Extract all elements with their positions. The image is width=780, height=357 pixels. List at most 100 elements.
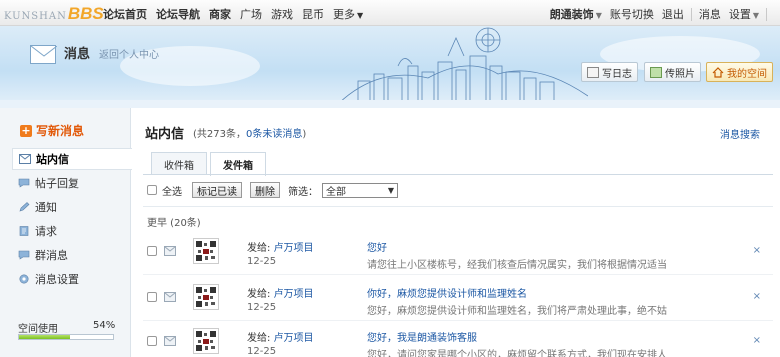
message-subject[interactable]: 你好，麻烦您提供设计师和监理姓名 <box>367 285 527 300</box>
message-date: 12-25 <box>247 346 277 357</box>
photo-icon <box>650 66 662 78</box>
plus-icon: + <box>20 123 32 137</box>
row-divider <box>143 274 773 275</box>
envelope-icon <box>164 246 176 256</box>
sidebar-item-label: 帖子回复 <box>35 177 79 190</box>
sidebar-item-replies[interactable]: 帖子回复 <box>12 172 132 194</box>
nav-square[interactable]: 广场 <box>240 6 262 22</box>
row-checkbox[interactable] <box>147 336 157 346</box>
message-row[interactable]: 发给: 卢万项目 12-25 你好，麻烦您提供设计师和监理姓名 您好，麻烦您提供… <box>131 280 780 320</box>
top-navigation-bar: KUNSHAN BBS 论坛首页 论坛导航 商家 广场 游戏 昆币 更多 ▼ 朗通… <box>0 0 780 26</box>
recipient-link[interactable]: 卢万项目 <box>274 243 314 254</box>
nav-more[interactable]: 更多 ▼ <box>333 6 363 22</box>
filter-value: 全部 <box>326 186 346 198</box>
section-title: 站内信 <box>145 127 185 142</box>
speech-bubble-icon <box>18 178 30 188</box>
message-subject[interactable]: 您好，我是朗通装饰客服 <box>367 329 477 344</box>
speech-bubble-icon <box>18 250 30 260</box>
back-to-profile-link[interactable]: 返回个人中心 <box>99 46 159 61</box>
message-count: (共273条，0条未读消息) <box>193 125 306 140</box>
space-usage-label: 空间使用 <box>18 324 58 335</box>
row-checkbox[interactable] <box>147 246 157 256</box>
sidebar-item-label: 请求 <box>35 225 57 238</box>
nav-games[interactable]: 游戏 <box>271 6 293 22</box>
upload-photo-button[interactable]: 传照片 <box>644 62 701 82</box>
page-title: 消息 <box>64 47 91 62</box>
message-row[interactable]: 发给: 卢万项目 12-25 您好，我是朗通装饰客服 您好，请问您家是哪个小区的… <box>131 324 780 357</box>
switch-account-link[interactable]: 账号切换 <box>610 6 654 22</box>
notepad-icon <box>587 66 599 78</box>
divider <box>690 7 692 21</box>
qr-code-icon <box>195 330 217 352</box>
tab-inbox[interactable]: 收件箱 <box>151 152 207 175</box>
filter-select[interactable]: 全部 ▼ <box>322 182 398 198</box>
message-count-close: ) <box>302 129 307 140</box>
page-banner: 消息 返回个人中心 写日志 传照片 我的空间 <box>0 26 780 108</box>
document-icon <box>19 226 29 236</box>
sidebar-item-label: 消息设置 <box>35 273 79 286</box>
envelope-icon <box>30 45 57 64</box>
envelope-icon <box>164 336 176 346</box>
sidebar-item-message-settings[interactable]: 消息设置 <box>12 268 132 290</box>
message-row[interactable]: 发给: 卢万项目 12-25 您好 请您往上小区楼栋号，经我们核查后情况属实，我… <box>131 234 780 274</box>
write-blog-button[interactable]: 写日志 <box>581 62 638 82</box>
message-search-link[interactable]: 消息搜索 <box>720 126 760 141</box>
message-date: 12-25 <box>247 256 277 267</box>
username-link[interactable]: 朗通装饰 ▼ <box>550 6 602 22</box>
unread-count: 0条未读消息 <box>246 129 303 140</box>
logo-text: KUNSHAN <box>4 11 67 22</box>
message-subject[interactable]: 您好 <box>367 239 387 254</box>
delete-icon[interactable]: × <box>753 335 761 346</box>
compose-label: 写新消息 <box>36 124 85 138</box>
select-all-checkbox[interactable] <box>147 185 157 195</box>
avatar[interactable] <box>193 328 219 354</box>
group-label: 更早 (20条) <box>147 218 201 229</box>
nav-forum-guide[interactable]: 论坛导航 <box>156 6 200 22</box>
tab-label: 发件箱 <box>223 161 253 172</box>
row-checkbox[interactable] <box>147 292 157 302</box>
sidebar-item-label: 群消息 <box>35 249 68 262</box>
space-usage-fill <box>19 335 70 339</box>
nav-merchants[interactable]: 商家 <box>209 6 231 22</box>
recipient-prefix: 发给: <box>247 333 271 344</box>
compose-message-button[interactable]: + 写新消息 <box>20 122 84 139</box>
filter-label: 筛选： <box>288 186 318 198</box>
space-usage-bar <box>18 334 114 340</box>
sidebar-item-notifications[interactable]: 通知 <box>12 196 132 218</box>
messages-link[interactable]: 消息 <box>699 6 721 22</box>
sidebar-item-requests[interactable]: 请求 <box>12 220 132 242</box>
avatar[interactable] <box>193 238 219 264</box>
sidebar-item-group-messages[interactable]: 群消息 <box>12 244 132 266</box>
banner-bottom <box>0 100 780 108</box>
delete-icon[interactable]: × <box>753 245 761 256</box>
delete-icon[interactable]: × <box>753 291 761 302</box>
my-space-button[interactable]: 我的空间 <box>706 62 773 82</box>
message-toolbar: 全选 标记已读 删除 筛选： 全部 ▼ <box>147 181 398 199</box>
recipient: 发给: 卢万项目 <box>247 239 314 254</box>
delete-button[interactable]: 删除 <box>250 182 280 198</box>
group-divider <box>143 206 773 207</box>
sidebar-item-label: 通知 <box>35 201 57 214</box>
tab-label: 收件箱 <box>164 160 194 172</box>
avatar[interactable] <box>193 284 219 310</box>
select-all-label: 全选 <box>162 186 182 198</box>
city-illustration <box>338 27 588 105</box>
site-logo[interactable]: KUNSHAN BBS <box>4 4 104 23</box>
settings-link[interactable]: 设置 ▼ <box>729 6 759 22</box>
recipient: 发给: 卢万项目 <box>247 285 314 300</box>
nav-forum-home[interactable]: 论坛首页 <box>103 6 147 22</box>
qr-code-icon <box>195 286 217 308</box>
tab-outbox[interactable]: 发件箱 <box>210 152 266 176</box>
recipient: 发给: 卢万项目 <box>247 329 314 344</box>
nav-coins[interactable]: 昆币 <box>302 6 324 22</box>
sidebar-item-inbox[interactable]: 站内信 <box>12 148 132 170</box>
logout-link[interactable]: 退出 <box>662 6 684 22</box>
logo-bbs: BBS <box>67 4 104 23</box>
recipient-link[interactable]: 卢万项目 <box>274 333 314 344</box>
upload-photo-label: 传照片 <box>665 68 695 80</box>
mark-read-button[interactable]: 标记已读 <box>192 182 242 198</box>
qr-code-icon <box>195 240 217 262</box>
recipient-link[interactable]: 卢万项目 <box>274 289 314 300</box>
chevron-down-icon: ▼ <box>357 11 364 20</box>
message-preview: 您好，请问您家是哪个小区的，麻烦留个联系方式，我们现在安排人... <box>367 350 667 357</box>
